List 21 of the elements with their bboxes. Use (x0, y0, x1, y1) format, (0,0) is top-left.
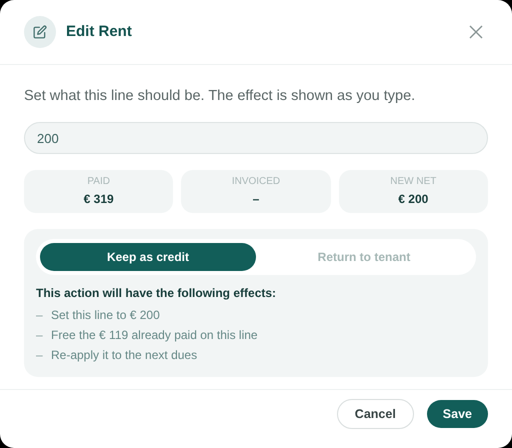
effect-text: Free the € 119 already paid on this line (51, 327, 258, 344)
stat-value: € 200 (398, 191, 428, 207)
dialog-title: Edit Rent (66, 22, 132, 42)
stat-value: € 319 (84, 191, 114, 207)
edit-icon (24, 16, 56, 48)
dash-marker: – (36, 347, 44, 364)
dash-marker: – (36, 307, 44, 324)
stat-label: NEW NET (390, 176, 436, 188)
effects-heading: This action will have the following effects: (36, 285, 278, 301)
stat-value: – (252, 191, 260, 207)
stat-label: INVOICED (232, 176, 280, 188)
save-button[interactable]: Save (426, 400, 488, 428)
close-icon[interactable] (468, 24, 484, 40)
option-tab[interactable]: Keep as credit (40, 243, 256, 271)
effect-text: Re-apply it to the next dues (51, 347, 198, 364)
description-text: Set what this line should be. The effect is shown as you type. (24, 87, 416, 106)
dash-marker: – (36, 327, 44, 344)
amount-field[interactable]: 200 (24, 122, 488, 154)
stat-label: PAID (87, 176, 110, 188)
cancel-button[interactable]: Cancel (336, 399, 414, 429)
effect-text: Set this line to € 200 (51, 307, 160, 324)
